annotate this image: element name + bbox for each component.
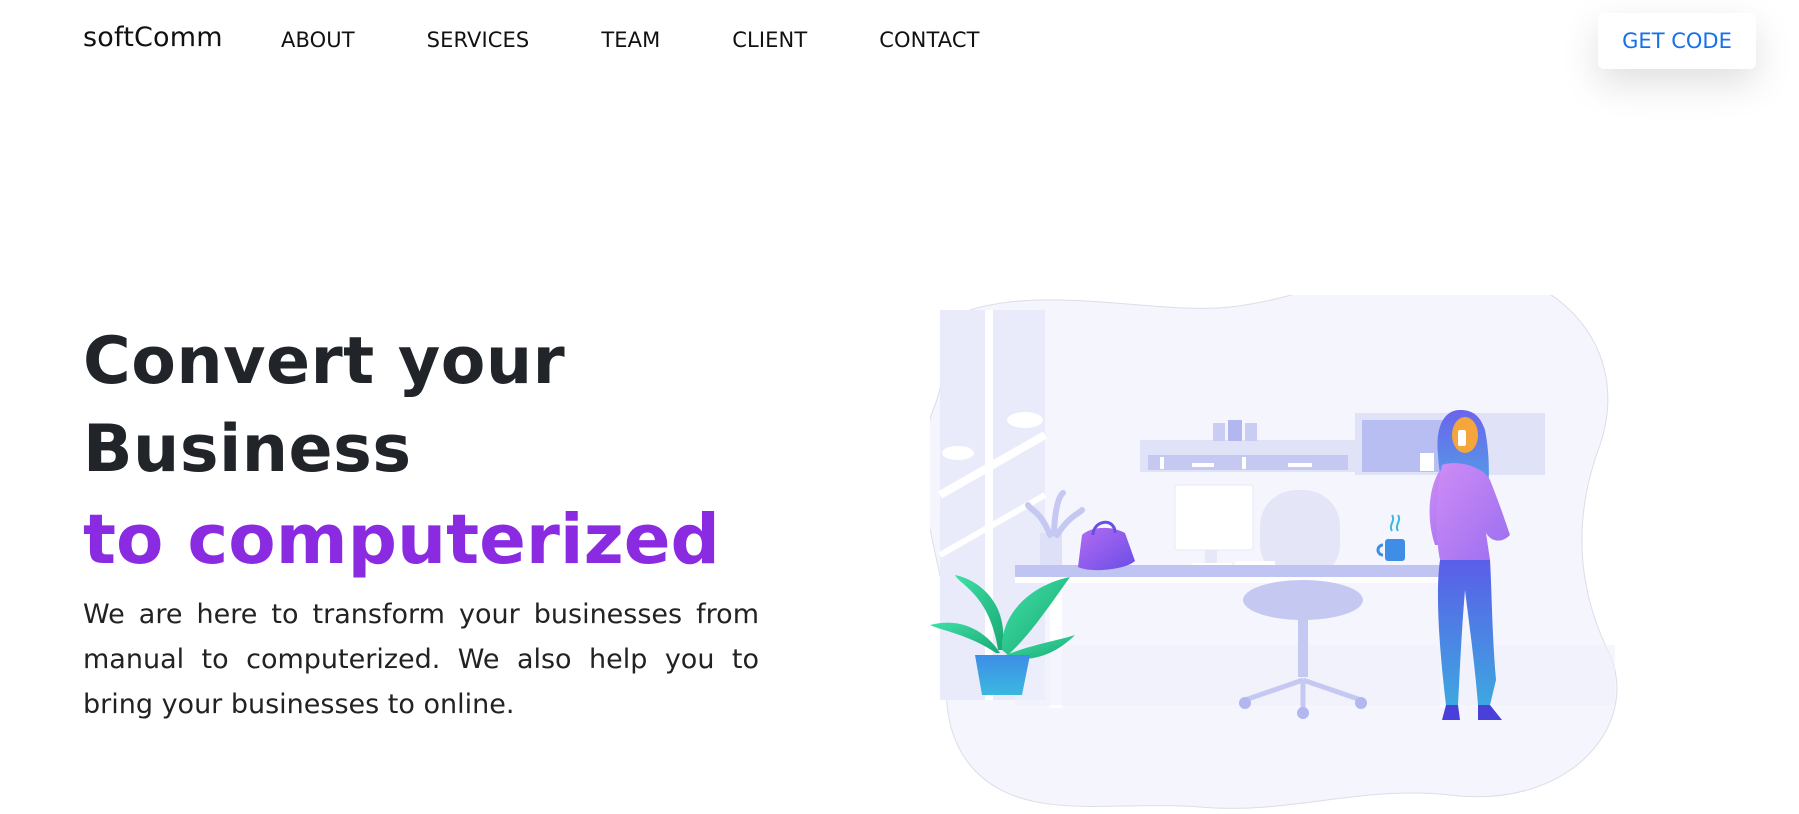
hero-headline-line2: Business	[83, 412, 412, 487]
nav-links: ABOUT SERVICES TEAM CLIENT CONTACT	[281, 28, 1052, 52]
hero-section: Convert your Business to computerized We…	[83, 318, 763, 727]
hero-description: We are here to transform your businesses…	[83, 599, 759, 720]
nav-item-contact: CONTACT	[879, 28, 979, 52]
nav-link-client[interactable]: CLIENT	[732, 28, 807, 52]
nav-item-client: CLIENT	[732, 28, 807, 52]
brand-logo[interactable]: softComm	[83, 22, 223, 53]
nav-link-team[interactable]: TEAM	[601, 28, 660, 52]
nav-link-contact[interactable]: CONTACT	[879, 28, 979, 52]
nav-link-about[interactable]: ABOUT	[281, 28, 355, 52]
navbar: softComm ABOUT SERVICES TEAM CLIENT CONT…	[0, 0, 1799, 86]
get-code-button[interactable]: GET CODE	[1598, 13, 1756, 69]
hero-headline: Convert your Business	[83, 318, 763, 494]
nav-item-about: ABOUT	[281, 28, 355, 52]
nav-link-services[interactable]: SERVICES	[427, 28, 530, 52]
office-illustration-image	[922, 264, 1618, 809]
hero-headline-line1: Convert your	[83, 324, 566, 399]
hero-illustration	[922, 264, 1620, 810]
hero-headline-accent: to computerized	[83, 500, 720, 580]
nav-item-team: TEAM	[601, 28, 660, 52]
nav-item-services: SERVICES	[427, 28, 530, 52]
